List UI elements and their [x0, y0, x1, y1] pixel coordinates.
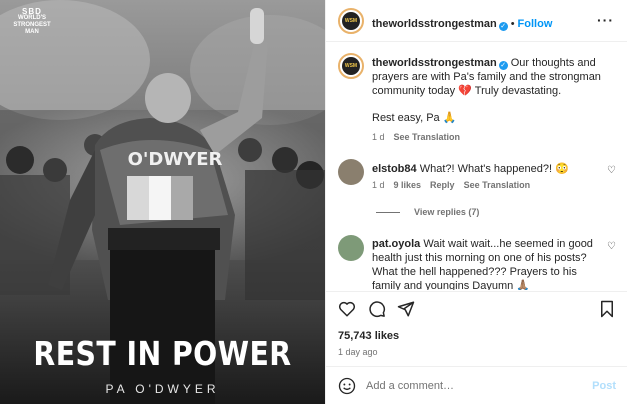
comment-like-heart-icon[interactable]: ♡: [607, 165, 616, 176]
brand-logo-mark: SBD: [22, 7, 42, 16]
more-options-icon[interactable]: ···: [597, 13, 614, 27]
view-replies[interactable]: View replies (7): [376, 207, 479, 217]
header-username[interactable]: theworldsstrongestman: [372, 18, 497, 30]
comment-like-heart-icon[interactable]: ♡: [607, 241, 616, 252]
comment-text-block: pat.oyola Wait wait wait...he seemed in …: [372, 237, 598, 290]
comment-text-block: elstob84 What?! What's happened?! 😳: [372, 162, 592, 176]
brand-logo: SBD WORLD'S STRONGEST MAN: [8, 8, 56, 38]
separator-dot: •: [510, 18, 515, 30]
subline: PA O'DWYER: [105, 382, 220, 396]
like-heart-icon[interactable]: [338, 300, 356, 318]
comment-avatar[interactable]: [338, 235, 364, 261]
jersey-name: O'DWYER: [128, 149, 223, 170]
see-translation-link[interactable]: See Translation: [394, 132, 461, 142]
caption-text-2: Rest easy, Pa 🙏: [372, 112, 457, 124]
header-user-row: theworldsstrongestman ✓ • Follow: [372, 14, 552, 32]
caption-avatar[interactable]: WSM: [338, 53, 364, 79]
comment-likes[interactable]: 9 likes: [394, 180, 422, 190]
emoji-icon[interactable]: [338, 377, 356, 395]
comment-age: 1 d: [372, 180, 385, 190]
caption-text-block: theworldsstrongestman ✓ Our thoughts and …: [372, 56, 612, 98]
caption-age: 1 d: [372, 132, 385, 142]
see-translation-link[interactable]: See Translation: [464, 180, 531, 190]
brand-logo-text: WORLD'S STRONGEST MAN: [13, 15, 51, 35]
add-comment-input[interactable]: Add a comment…: [366, 380, 454, 392]
comment-username[interactable]: pat.oyola: [372, 238, 420, 250]
share-icon[interactable]: [397, 300, 415, 318]
reply-button[interactable]: Reply: [430, 180, 455, 190]
comment-text: What?! What's happened?! 😳: [419, 163, 569, 175]
comment-avatar[interactable]: [338, 159, 364, 185]
headline: REST IN POWER: [33, 334, 292, 373]
add-comment-bar: Add a comment… Post: [326, 366, 627, 404]
verified-icon: ✓: [498, 22, 508, 31]
follow-button[interactable]: Follow: [518, 18, 553, 30]
verified-icon: ✓: [498, 61, 508, 70]
post-image[interactable]: O'DWYER SBD WORLD'S STRONGEST MAN REST I…: [0, 0, 325, 404]
avatar[interactable]: WSM: [338, 8, 364, 34]
post-panel: WSM theworldsstrongestman ✓ • Follow ··· WS…: [325, 0, 627, 404]
action-bar: [326, 291, 627, 325]
view-replies-line: [376, 212, 400, 214]
comment-username[interactable]: elstob84: [372, 163, 417, 175]
comments-area[interactable]: WSM theworldsstrongestman ✓ Our thoughts …: [326, 43, 627, 290]
post-age[interactable]: 1 day ago: [338, 347, 378, 357]
caption-username[interactable]: theworldsstrongestman: [372, 57, 497, 69]
caption-meta: 1 d See Translation: [372, 132, 460, 142]
save-bookmark-icon[interactable]: [598, 300, 616, 318]
post-header: WSM theworldsstrongestman ✓ • Follow ···: [326, 0, 627, 42]
likes-count[interactable]: 75,743 likes: [338, 330, 399, 342]
view-replies-label[interactable]: View replies (7): [414, 207, 479, 217]
comment-icon[interactable]: [368, 300, 386, 318]
post-button[interactable]: Post: [592, 380, 616, 392]
comment-meta: 1 d 9 likes Reply See Translation: [372, 180, 530, 190]
